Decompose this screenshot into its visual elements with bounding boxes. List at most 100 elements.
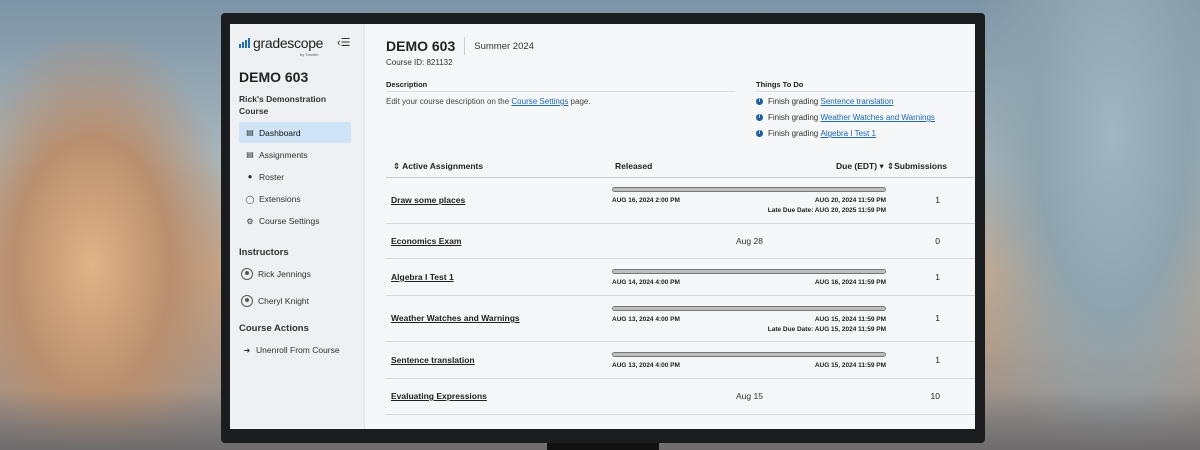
unenroll-label: Unenroll From Course [256,345,340,356]
monitor: gradescope by Turnitin ‹☰ DEMO 603 Rick'… [221,13,985,443]
late-due-date: Late Due Date: AUG 20, 2025 11:59 PM [767,207,886,214]
sidebar-item-label: Extensions [259,194,301,205]
due-date: AUG 16, 2024 11:59 PM [814,279,886,286]
todo-prefix: Finish grading [768,129,819,138]
release-date: AUG 13, 2024 4:00 PM [612,362,680,369]
todo-prefix: Finish grading [768,113,819,122]
info-icon: i [756,98,763,105]
avatar-icon [241,294,253,307]
course-actions-heading: Course Actions [239,322,309,334]
progress-bar [612,187,886,192]
sidebar-item-extensions[interactable]: ◯ Extensions [239,189,351,210]
description-text-after: page. [568,97,591,106]
instructor-item[interactable]: Cheryl Knight [239,291,364,311]
column-header-released: Released [615,161,653,171]
due-date: AUG 15, 2024 11:59 PM [814,362,886,369]
document-icon: ▤ [246,150,254,160]
due-date: AUG 20, 2024 11:59 PM [814,197,886,204]
sidebar-item-roster[interactable]: ● Roster [239,166,351,187]
submission-count: 1 [935,195,940,205]
table-row: Algebra I Test 1 AUG 14, 2024 4:00 PM AU… [386,259,975,296]
sidebar-item-dashboard[interactable]: ▤ Dashboard [239,122,351,143]
page-title: DEMO 603 [386,38,456,54]
submission-count: 1 [935,272,940,282]
todo-link[interactable]: Sentence translation [820,97,893,106]
todo-link[interactable]: Algebra I Test 1 [820,129,875,138]
description-heading: Description [386,80,428,89]
description-text-before: Edit your course description on the [386,97,512,106]
sidebar-item-label: Dashboard [259,127,301,138]
progress-fill [613,307,885,310]
sidebar-nav: ▤ Dashboard ▤ Assignments ● Roster ◯ Ext… [239,122,364,232]
background-blur-left [0,40,230,450]
sort-desc-icon: ▾ [879,161,884,171]
collapse-sidebar-icon[interactable]: ‹☰ [337,36,351,49]
course-settings-link[interactable]: Course Settings [511,97,568,106]
logo-subtitle: by Turnitin [300,52,319,57]
submission-count: 0 [935,236,940,246]
table-row: Sentence translation AUG 13, 2024 4:00 P… [386,342,975,379]
page-header: DEMO 603 Summer 2024 [386,37,975,55]
table-row: Weather Watches and Warnings AUG 13, 202… [386,296,975,342]
description-divider [386,91,735,92]
assignment-link[interactable]: Weather Watches and Warnings [391,313,520,323]
assignment-link[interactable]: Economics Exam [391,236,461,246]
assignment-link[interactable]: Evaluating Expressions [391,391,487,401]
sidebar-item-course-settings[interactable]: ⚙ Course Settings [239,211,351,232]
progress-bar [612,352,886,357]
column-header-due[interactable]: Due (EDT) ▾ [836,161,884,172]
sidebar-course-code: DEMO 603 [239,69,309,85]
instructor-name: Cheryl Knight [258,295,310,306]
unenroll-button[interactable]: ➜ Unenroll From Course [239,340,351,361]
sort-icon: ⇕ [393,161,401,171]
table-row: Economics Exam Aug 28 0 [386,224,975,259]
assignment-link[interactable]: Draw some places [391,195,465,205]
main-content: DEMO 603 Summer 2024 Course ID: 821132 D… [365,24,975,429]
dashboard-icon: ▤ [246,128,254,137]
column-header-label: Submissions [894,161,948,171]
column-header-submissions[interactable]: ⇕Submissions [887,161,947,172]
exit-icon: ➜ [243,345,251,355]
column-header-label: Active Assignments [402,161,484,171]
release-date: AUG 14, 2024 4:00 PM [612,279,680,286]
app-window: gradescope by Turnitin ‹☰ DEMO 603 Rick'… [230,24,975,429]
header-divider [464,37,466,55]
sidebar-item-label: Course Settings [259,216,320,227]
logo-text: gradescope [253,35,324,51]
sidebar-item-label: Roster [259,171,285,182]
todo-item: i Finish grading Algebra I Test 1 [756,129,876,138]
monitor-stand [547,443,659,450]
clock-icon: ◯ [245,194,255,204]
sidebar-item-label: Assignments [259,149,308,160]
late-due-date: Late Due Date: AUG 15, 2024 11:59 PM [767,326,886,333]
column-header-name[interactable]: ⇕ Active Assignments [393,161,483,172]
instructor-item[interactable]: Rick Jennings [239,264,364,284]
submission-count: 1 [935,355,940,365]
course-id: Course ID: 821132 [386,58,453,67]
todo-prefix: Finish grading [768,97,819,106]
logo-bars-icon [239,38,250,48]
due-date: AUG 15, 2024 11:59 PM [814,316,886,323]
instructors-heading: Instructors [239,246,289,258]
assignment-link[interactable]: Sentence translation [391,355,475,365]
sidebar-item-assignments[interactable]: ▤ Assignments [239,144,351,165]
todo-link[interactable]: Weather Watches and Warnings [820,113,934,122]
info-icon: i [756,114,763,121]
course-term: Summer 2024 [474,40,534,52]
todo-divider [756,91,975,92]
progress-fill [613,353,885,356]
column-header-label: Due (EDT) [836,161,878,171]
submission-count: 1 [935,313,940,323]
assignment-link[interactable]: Algebra I Test 1 [391,272,454,282]
release-date: AUG 16, 2024 2:00 PM [612,197,680,204]
table-row: Evaluating Expressions Aug 15 10 [386,379,975,415]
assignment-date: Aug 28 [736,236,763,246]
background-blur-right [980,0,1200,450]
info-icon: i [756,130,763,137]
avatar-icon [241,267,253,280]
release-date: AUG 13, 2024 4:00 PM [612,316,680,323]
progress-bar [612,306,886,311]
sidebar-course-name: Rick's Demonstration Course [239,94,327,116]
gear-icon: ⚙ [246,216,254,226]
table-row: Draw some places AUG 16, 2024 2:00 PM AU… [386,178,975,224]
